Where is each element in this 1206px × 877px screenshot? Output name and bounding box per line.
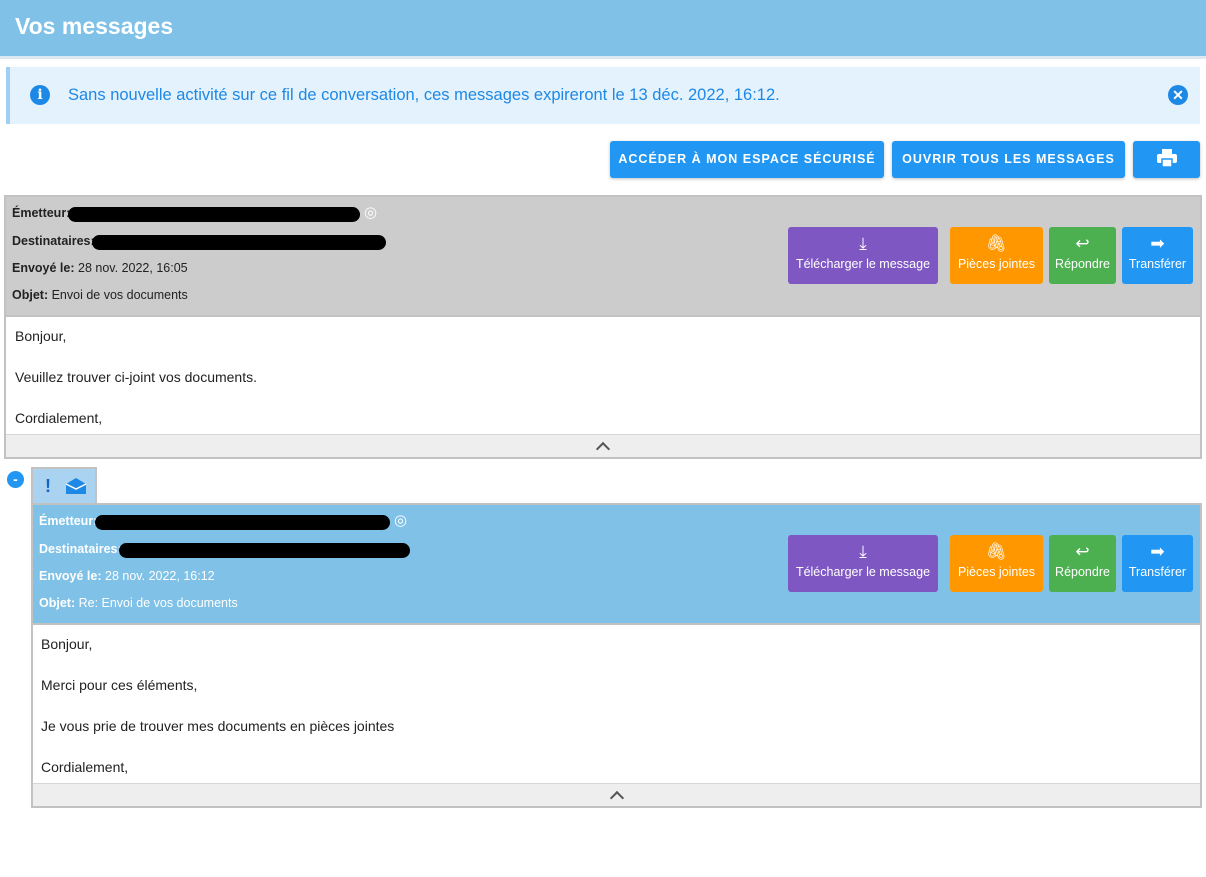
secure-space-button[interactable]: ACCÉDER À MON ESPACE SÉCURISÉ [610, 141, 884, 178]
reply-icon: ↩ [1075, 234, 1090, 253]
info-icon: i [30, 85, 50, 105]
print-button[interactable] [1133, 141, 1200, 178]
message-body-line: Cordialement, [15, 410, 103, 426]
attachments-button[interactable]: 🖇 Pièces jointes [950, 535, 1043, 592]
message-body-line: Veuillez trouver ci-joint vos documents. [15, 369, 257, 385]
fingerprint-icon: ◎ [394, 512, 408, 529]
paperclip-icon: 🖇 [985, 542, 1008, 561]
collapse-message-button[interactable] [33, 783, 1200, 806]
download-icon: ⤓ [859, 542, 867, 561]
open-all-messages-button[interactable]: OUVRIR TOUS LES MESSAGES [892, 141, 1125, 178]
message-body-line: Merci pour ces éléments, [41, 677, 198, 693]
close-alert-icon[interactable]: ✕ [1168, 85, 1188, 105]
printer-icon [1156, 149, 1177, 168]
attachments-button[interactable]: 🖇 Pièces jointes [950, 227, 1043, 284]
message-body-line: Je vous prie de trouver mes documents en… [41, 718, 395, 734]
message-body-line: Bonjour, [41, 636, 93, 652]
page-title: Vos messages [15, 13, 174, 39]
alert-text: Sans nouvelle activité sur ce fil de con… [68, 86, 780, 104]
message-header: Émetteur: ◎ Destinataires: Envoyé le: 28… [33, 505, 1200, 625]
subject-field: Objet: Envoi de vos documents [12, 288, 188, 302]
message-header: Émetteur: ◎ Destinataires: Envoyé le: 28… [6, 197, 1200, 317]
reply-button[interactable]: ↩ Répondre [1049, 227, 1116, 284]
chevron-up-icon [595, 441, 611, 457]
expiration-alert: i Sans nouvelle activité sur ce fil de c… [6, 67, 1200, 124]
redacted-sender [68, 207, 360, 222]
sent-date-field: Envoyé le: 28 nov. 2022, 16:12 [39, 569, 215, 583]
sender-field: Émetteur: [12, 206, 71, 220]
sender-field: Émetteur: [39, 514, 98, 528]
header-divider [0, 56, 1206, 59]
redacted-recipients [92, 235, 386, 250]
reply-icon: ↩ [1075, 542, 1090, 561]
message-card: Émetteur: ◎ Destinataires: Envoyé le: 28… [4, 195, 1202, 459]
message-card: Émetteur: ◎ Destinataires: Envoyé le: 28… [31, 503, 1202, 808]
sent-date-field: Envoyé le: 28 nov. 2022, 16:05 [12, 261, 188, 275]
forward-button[interactable]: ➡ Transférer [1122, 535, 1193, 592]
download-message-button[interactable]: ⤓ Télécharger le message [788, 535, 938, 592]
open-envelope-icon [65, 478, 87, 494]
forward-button[interactable]: ➡ Transférer [1122, 227, 1193, 284]
message-body-line: Cordialement, [41, 759, 129, 775]
message-body-line: Bonjour, [15, 328, 67, 344]
fingerprint-icon: ◎ [364, 204, 378, 221]
chevron-up-icon [609, 790, 624, 806]
recipients-field: Destinataires: [12, 234, 95, 248]
forward-arrow-icon: ➡ [1150, 542, 1165, 561]
paperclip-icon: 🖇 [985, 234, 1008, 253]
subject-field: Objet: Re: Envoi de vos documents [39, 596, 238, 610]
redacted-recipients [119, 543, 410, 558]
collapse-message-button[interactable] [6, 434, 1200, 457]
redacted-sender [95, 515, 390, 530]
page-header: Vos messages [0, 0, 1206, 56]
recipients-field: Destinataires: [39, 542, 122, 556]
important-icon: ! [45, 476, 51, 496]
message-status-tab: ! [31, 467, 97, 503]
collapse-thread-icon[interactable]: - [6, 470, 25, 489]
reply-button[interactable]: ↩ Répondre [1049, 535, 1116, 592]
forward-arrow-icon: ➡ [1150, 234, 1165, 253]
download-message-button[interactable]: ⤓ Télécharger le message [788, 227, 938, 284]
download-icon: ⤓ [859, 234, 867, 253]
